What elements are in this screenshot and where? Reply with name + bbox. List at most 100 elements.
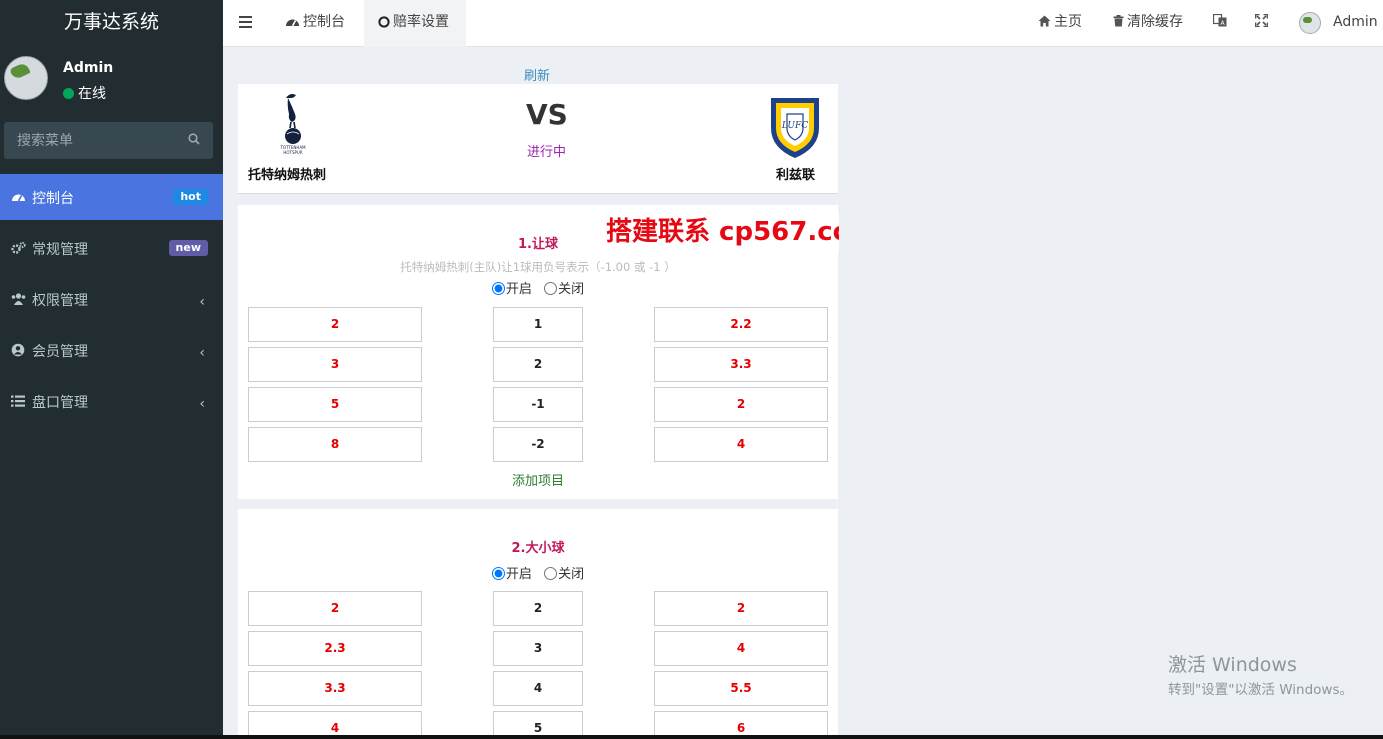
sidebar-item-general[interactable]: 常规管理 new — [0, 225, 223, 271]
odds-under-input[interactable]: 2 — [654, 591, 828, 626]
match-status: 进行中 — [527, 145, 567, 160]
open-radio[interactable] — [491, 282, 505, 295]
trash-icon — [1113, 15, 1124, 27]
translate-icon: A — [1212, 13, 1227, 27]
home-label: 主页 — [1054, 14, 1082, 30]
odds-home-input[interactable]: 5 — [248, 387, 422, 422]
close-radio[interactable] — [544, 567, 558, 580]
close-label: 关闭 — [558, 282, 585, 297]
search-input[interactable] — [4, 122, 174, 159]
goal-line-input[interactable]: 4 — [493, 671, 583, 706]
sidebar-menu: 控制台 hot 常规管理 new 权限管理 ‹ 会员管理 ‹ 盘口管理 ‹ — [0, 174, 223, 429]
user-panel: Admin 在线 — [0, 47, 223, 110]
avatar — [4, 56, 48, 100]
vs-label: VS — [526, 98, 568, 131]
status-radio-group: 开启 关闭 — [238, 563, 838, 582]
list-icon — [11, 395, 25, 407]
odds-home-input[interactable]: 2 — [248, 307, 422, 342]
handicap-input[interactable]: 1 — [493, 307, 583, 342]
goal-line-input[interactable]: 3 — [493, 631, 583, 666]
language-button[interactable]: A — [1212, 0, 1230, 47]
home-team-name: 托特纳姆热刺 — [248, 168, 327, 183]
online-dot-icon — [63, 88, 74, 99]
sidebar-item-members[interactable]: 会员管理 ‹ — [0, 327, 223, 373]
open-radio[interactable] — [491, 567, 505, 580]
home-link[interactable]: 主页 — [1038, 0, 1082, 47]
search-icon[interactable] — [188, 133, 200, 145]
sidebar-item-label: 权限管理 — [32, 293, 88, 309]
open-option[interactable]: 开启 — [491, 282, 532, 297]
top-navbar: 控制台 赔率设置 主页 清除缓存 A Admin — [223, 0, 1383, 47]
dashboard-icon — [286, 19, 299, 27]
clear-cache-label: 清除缓存 — [1127, 14, 1183, 30]
odds-away-input[interactable]: 3.3 — [654, 347, 828, 382]
main-content: 刷新 TOTTENHAM HOTSPUR 托特纳姆热刺 VS 进行中 LUFC … — [223, 48, 1383, 739]
dashboard-icon — [12, 194, 25, 202]
match-header: TOTTENHAM HOTSPUR 托特纳姆热刺 VS 进行中 LUFC 利兹联 — [238, 84, 838, 194]
sidebar-search — [4, 122, 213, 159]
cogs-icon — [11, 241, 26, 254]
open-label: 开启 — [505, 567, 532, 582]
handicap-input[interactable]: -1 — [493, 387, 583, 422]
close-radio[interactable] — [544, 282, 558, 295]
svg-text:LUFC: LUFC — [781, 121, 808, 131]
status-radio-group: 开启 关闭 — [238, 278, 838, 297]
sidebar: 万事达系统 Admin 在线 控制台 hot 常规管理 new 权限管理 ‹ 会… — [0, 0, 223, 739]
odds-away-input[interactable]: 2.2 — [654, 307, 828, 342]
user-status-label: 在线 — [78, 86, 106, 102]
odds-over-input[interactable]: 2 — [248, 591, 422, 626]
refresh-link[interactable]: 刷新 — [524, 65, 550, 84]
windows-activation-hint: 转到"设置"以激活 Windows。 — [1168, 682, 1353, 698]
over-under-section: 2.大小球 开启 关闭 2 2 2 2.3 3 4 3.3 4 5.5 4 5 … — [238, 509, 838, 739]
odds-away-input[interactable]: 4 — [654, 427, 828, 462]
fullscreen-button[interactable] — [1254, 0, 1271, 47]
sidebar-item-label: 常规管理 — [32, 242, 88, 258]
menu-toggle-icon[interactable] — [239, 16, 252, 28]
handicap-input[interactable]: -2 — [493, 427, 583, 462]
chevron-left-icon: ‹ — [199, 294, 205, 310]
add-item-button[interactable]: 添加项目 — [238, 470, 838, 489]
odds-home-input[interactable]: 8 — [248, 427, 422, 462]
sidebar-item-label: 控制台 — [32, 191, 74, 207]
screen-bottom-edge — [0, 735, 1383, 739]
user-status: 在线 — [63, 83, 106, 103]
tab-odds-settings[interactable]: 赔率设置 — [364, 0, 466, 47]
app-logo[interactable]: 万事达系统 — [0, 0, 223, 47]
tottenham-crest-icon: TOTTENHAM HOTSPUR — [279, 94, 306, 155]
leeds-crest-icon: LUFC — [771, 98, 819, 158]
away-team-name: 利兹联 — [775, 168, 815, 183]
odds-away-input[interactable]: 2 — [654, 387, 828, 422]
sidebar-item-label: 会员管理 — [32, 344, 88, 360]
user-circle-icon — [11, 343, 25, 357]
sidebar-item-dashboard[interactable]: 控制台 hot — [0, 174, 223, 220]
tab-dashboard[interactable]: 控制台 — [271, 0, 359, 47]
promo-banner: 搭建联系 cp567.cc — [592, 212, 839, 252]
open-label: 开启 — [505, 282, 532, 297]
user-name: Admin — [63, 60, 114, 76]
clear-cache-link[interactable]: 清除缓存 — [1113, 0, 1183, 47]
open-option[interactable]: 开启 — [491, 567, 532, 582]
close-option[interactable]: 关闭 — [544, 567, 584, 582]
fullscreen-icon — [1254, 13, 1269, 28]
sidebar-item-label: 盘口管理 — [32, 395, 88, 411]
tab-label: 赔率设置 — [393, 14, 449, 30]
users-icon — [11, 293, 26, 305]
sidebar-item-handicap[interactable]: 盘口管理 ‹ — [0, 378, 223, 424]
odds-under-input[interactable]: 4 — [654, 631, 828, 666]
close-option[interactable]: 关闭 — [544, 282, 584, 297]
odds-under-input[interactable]: 5.5 — [654, 671, 828, 706]
sidebar-item-permissions[interactable]: 权限管理 ‹ — [0, 276, 223, 322]
tab-label: 控制台 — [303, 14, 345, 30]
close-label: 关闭 — [558, 567, 585, 582]
odds-over-input[interactable]: 3.3 — [248, 671, 422, 706]
goal-line-input[interactable]: 2 — [493, 591, 583, 626]
windows-activation-title: 激活 Windows — [1168, 654, 1297, 676]
admin-menu[interactable]: Admin — [1333, 0, 1378, 47]
admin-avatar[interactable] — [1299, 12, 1321, 34]
odds-home-input[interactable]: 3 — [248, 347, 422, 382]
section-hint: 托特纳姆热刺(主队)让1球用负号表示（-1.00 或 -1 ） — [400, 260, 676, 274]
handicap-input[interactable]: 2 — [493, 347, 583, 382]
hot-badge: hot — [173, 189, 208, 205]
section-title: 2.大小球 — [511, 541, 565, 556]
odds-over-input[interactable]: 2.3 — [248, 631, 422, 666]
